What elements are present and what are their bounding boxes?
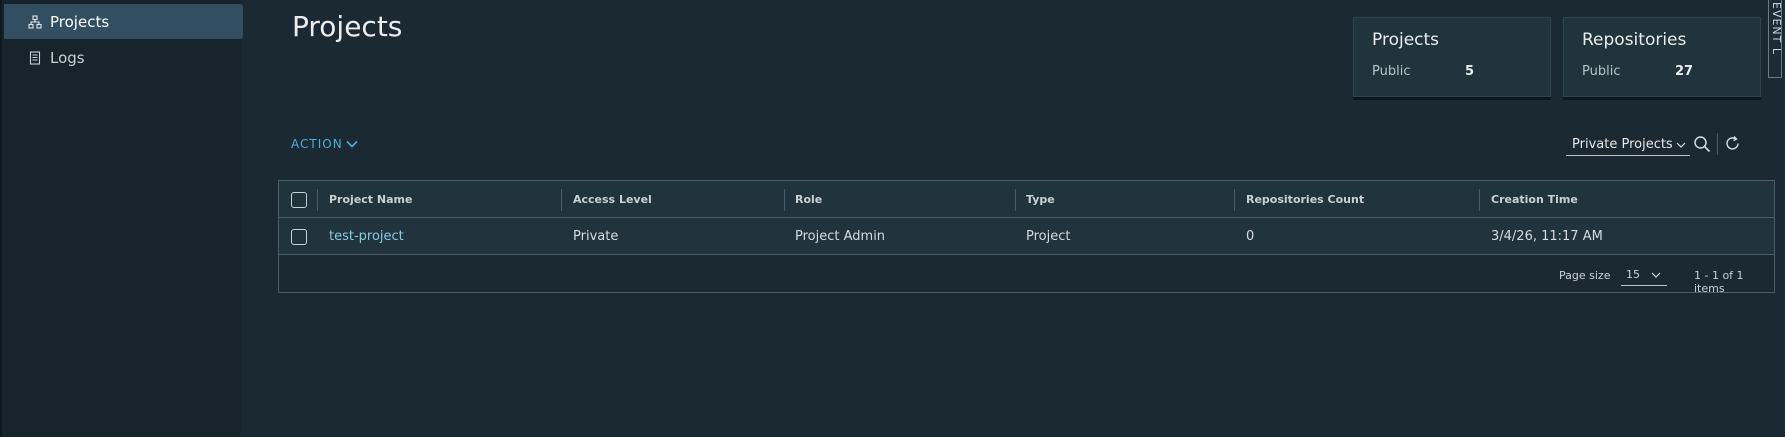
sidebar-item-label: Logs — [50, 48, 85, 67]
sidebar-item-logs[interactable]: Logs — [4, 40, 243, 75]
toolbar-divider — [1717, 133, 1718, 155]
creation-time-cell: 3/4/26, 11:17 AM — [1491, 229, 1603, 244]
column-separator[interactable] — [561, 189, 562, 211]
action-dropdown-button[interactable]: ACTION — [291, 137, 358, 151]
column-header-project-name[interactable]: Project Name — [329, 181, 412, 218]
projects-summary-card: Projects Public 5 — [1353, 17, 1551, 97]
column-header-creation-time[interactable]: Creation Time — [1491, 181, 1578, 218]
log-icon — [28, 50, 42, 65]
projects-datagrid: Project Name Access Level Role Type Repo… — [278, 180, 1775, 295]
sidebar-item-label: Projects — [50, 12, 110, 31]
column-header-type[interactable]: Type — [1026, 181, 1055, 218]
search-icon[interactable] — [1693, 135, 1711, 157]
column-header-repositories-count[interactable]: Repositories Count — [1246, 181, 1364, 218]
page-size-select[interactable]: 15 — [1621, 264, 1667, 286]
pagination-items-count: 1 - 1 of 1 items — [1694, 269, 1744, 295]
page-size-label: Page size — [1559, 269, 1611, 282]
column-separator[interactable] — [784, 189, 785, 211]
column-header-access-level[interactable]: Access Level — [573, 181, 652, 218]
card-value: 27 — [1675, 64, 1694, 79]
project-filter-select[interactable]: Private Projects — [1566, 134, 1690, 156]
chevron-down-icon — [1676, 138, 1686, 153]
action-label: ACTION — [291, 137, 343, 151]
card-title: Repositories — [1582, 30, 1687, 50]
project-name-link[interactable]: test-project — [329, 218, 404, 255]
event-log-tab[interactable]: EVENT L — [1768, 0, 1782, 78]
column-header-role[interactable]: Role — [795, 181, 822, 218]
org-chart-icon — [28, 14, 42, 29]
card-title: Projects — [1372, 30, 1440, 50]
card-label: Public — [1582, 64, 1621, 79]
chevron-down-icon — [346, 137, 358, 151]
datagrid-footer: Page size 15 1 - 1 of 1 items — [279, 256, 1774, 295]
column-separator[interactable] — [1015, 189, 1016, 211]
datagrid-header: Project Name Access Level Role Type Repo… — [279, 181, 1774, 218]
column-separator — [317, 189, 318, 211]
access-level-cell: Private — [573, 229, 619, 244]
repositories-count-cell: 0 — [1246, 229, 1255, 244]
page-title: Projects — [292, 10, 403, 43]
refresh-icon[interactable] — [1724, 135, 1741, 156]
table-row: test-project Private Project Admin Proje… — [279, 218, 1774, 255]
repositories-summary-card: Repositories Public 27 — [1563, 17, 1761, 97]
sidebar: Projects Logs — [0, 0, 243, 437]
card-label: Public — [1372, 64, 1411, 79]
column-separator[interactable] — [1479, 189, 1480, 211]
chevron-down-icon — [1651, 269, 1661, 282]
type-cell: Project — [1026, 229, 1071, 244]
event-tab-label: EVENT L — [1770, 2, 1782, 55]
row-select-checkbox[interactable] — [291, 229, 307, 245]
card-value: 5 — [1465, 64, 1475, 79]
sidebar-item-projects[interactable]: Projects — [4, 4, 243, 39]
select-all-checkbox[interactable] — [291, 192, 307, 208]
column-separator[interactable] — [1234, 189, 1235, 211]
role-cell: Project Admin — [795, 229, 886, 244]
filter-value: Private Projects — [1572, 137, 1673, 152]
page-size-value: 15 — [1626, 268, 1640, 281]
